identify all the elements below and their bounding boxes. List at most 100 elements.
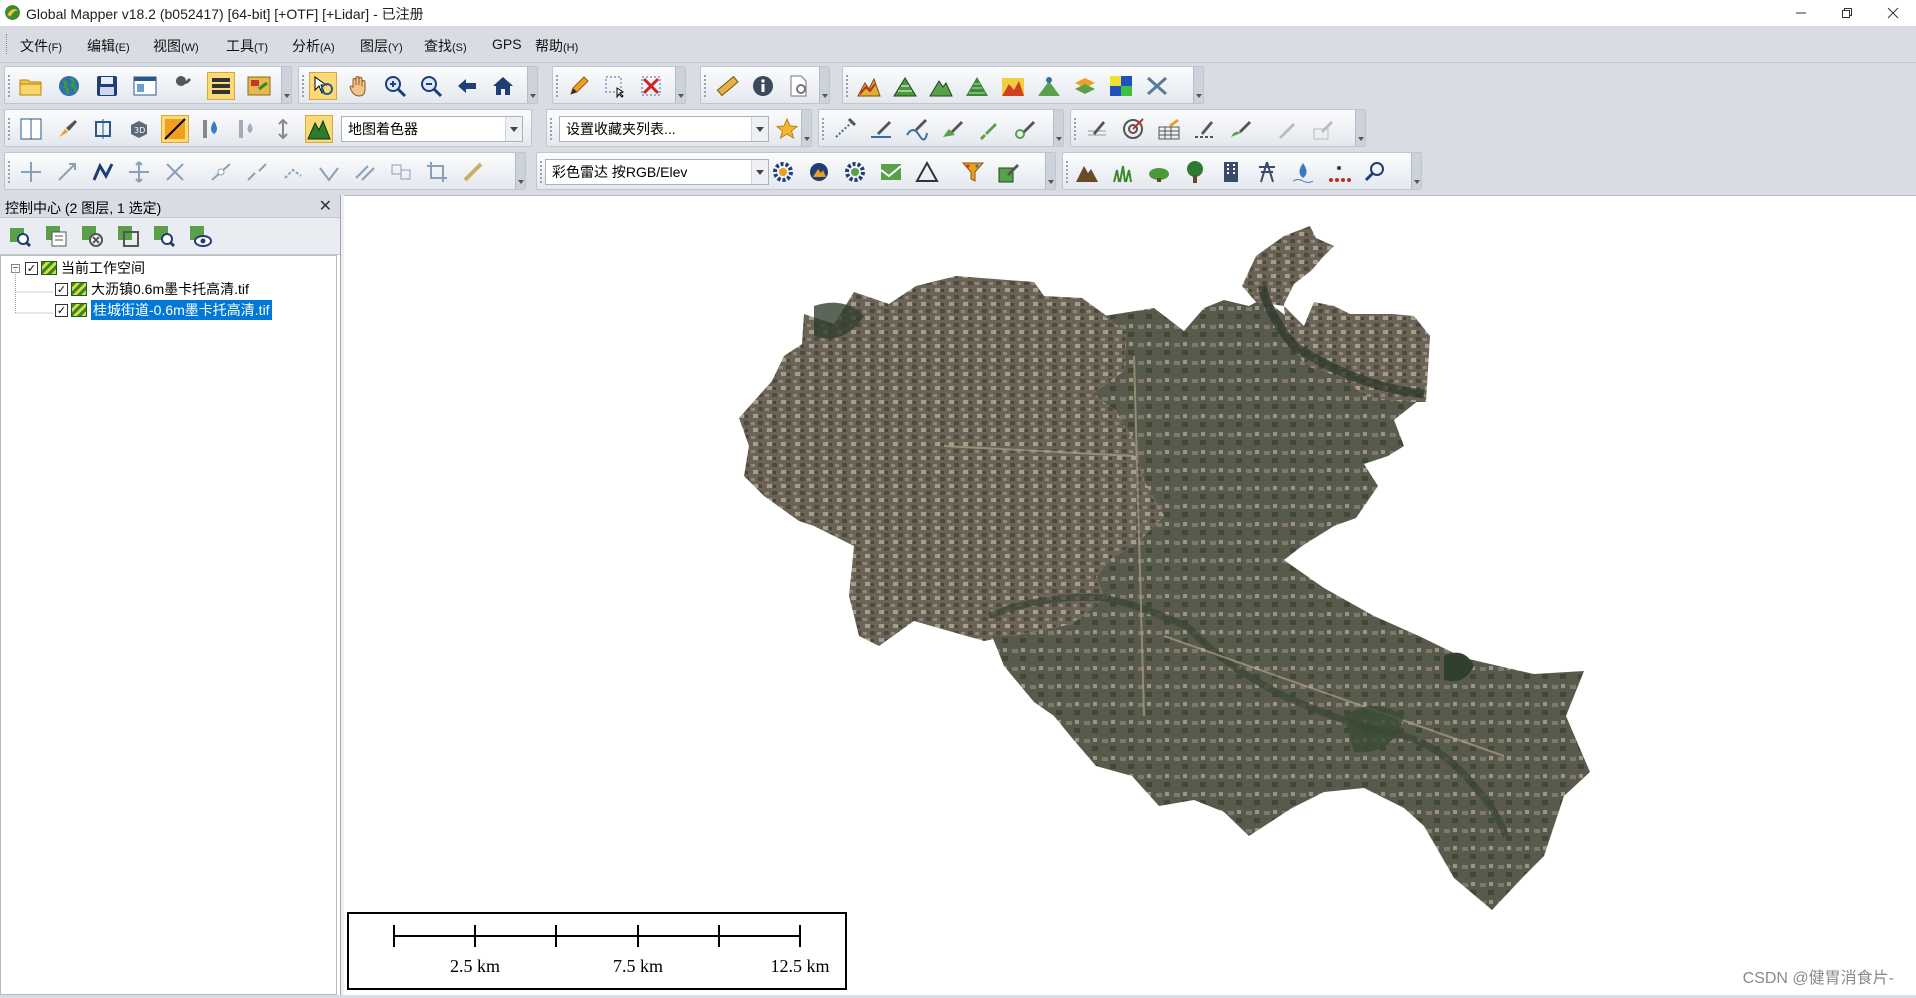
circle-pen-button[interactable] [1011, 115, 1039, 143]
lidar-points-button[interactable] [877, 158, 905, 186]
feature-info-button[interactable] [749, 72, 777, 100]
frame-button[interactable] [89, 115, 117, 143]
lidar-filter-button[interactable] [841, 158, 869, 186]
water-class-button[interactable] [1289, 158, 1317, 186]
move-vertex-button[interactable] [17, 158, 45, 186]
zoom-tool-button[interactable] [309, 72, 337, 100]
toolbar-file-options[interactable] [281, 67, 291, 103]
configure-button[interactable] [131, 72, 159, 100]
map-view[interactable]: 2.5 km 7.5 km 12.5 km CSDN @健胃消食片- [344, 195, 1916, 996]
target-button[interactable] [1119, 115, 1147, 143]
menu-edit[interactable]: 编辑(E) [87, 36, 130, 56]
delete-feature-button[interactable] [637, 72, 665, 100]
path-profile-button[interactable] [785, 72, 813, 100]
shader-toggle-button[interactable] [161, 115, 189, 143]
lidar-edit-button[interactable] [995, 158, 1023, 186]
layer-item-selected[interactable]: ✓ 桂城街道-0.6m墨卡托高清.tif [55, 300, 272, 320]
layer-properties-button[interactable] [42, 222, 70, 250]
shader-select[interactable]: 地图着色器 [341, 116, 523, 142]
curve-line-button[interactable] [903, 115, 931, 143]
ground-class-button[interactable] [1073, 158, 1101, 186]
parallel-button[interactable] [351, 158, 379, 186]
menu-tools[interactable]: 工具(T) [226, 36, 268, 56]
menu-view[interactable]: 视图(W) [153, 36, 199, 56]
control-center-button[interactable] [207, 72, 235, 100]
water-level-button[interactable] [197, 115, 225, 143]
green-brush-button[interactable] [1227, 115, 1255, 143]
layer-item[interactable]: ✓ 大沥镇0.6m墨卡托高清.tif [55, 279, 249, 299]
contour-button[interactable] [891, 72, 919, 100]
digitizer-button[interactable] [565, 72, 593, 100]
buffer-button[interactable] [387, 158, 415, 186]
zoom-out-button[interactable] [417, 72, 445, 100]
reshape-button[interactable] [89, 158, 117, 186]
med-veg-button[interactable] [1145, 158, 1173, 186]
grid-pen-button[interactable] [1155, 115, 1183, 143]
close-button[interactable] [1870, 0, 1916, 26]
lidar-color-select[interactable]: 彩色雷达 按RGB/Elev [545, 159, 769, 185]
watershed-button[interactable] [927, 72, 955, 100]
toolbar-analysis-options[interactable] [1193, 67, 1203, 103]
create-line-button[interactable] [831, 115, 859, 143]
menu-gps[interactable]: GPS [492, 36, 522, 52]
split-view-button[interactable] [17, 115, 45, 143]
disabled-pen-button[interactable] [1273, 115, 1301, 143]
area-edit-button[interactable] [939, 115, 967, 143]
menu-search[interactable]: 查找(S) [424, 36, 467, 56]
toolbar-navigation-options[interactable] [527, 67, 537, 103]
rotate-button[interactable] [53, 158, 81, 186]
hill-shading-button[interactable] [305, 115, 333, 143]
lidar-settings-button[interactable] [769, 158, 797, 186]
save-button[interactable] [93, 72, 121, 100]
edit-line-button[interactable] [867, 115, 895, 143]
move-layer-button[interactable] [114, 222, 142, 250]
cut-fill-button[interactable] [999, 72, 1027, 100]
disabled-edit-button[interactable] [1309, 115, 1337, 143]
menu-layer[interactable]: 图层(Y) [360, 36, 403, 56]
split-line-button[interactable] [243, 158, 271, 186]
disable-tool-button[interactable] [1143, 72, 1171, 100]
volume-button[interactable] [1035, 72, 1063, 100]
scale-feature-button[interactable] [161, 158, 189, 186]
show-hide-layer-button[interactable] [186, 222, 214, 250]
globe-button[interactable] [55, 72, 83, 100]
select-area-button[interactable] [601, 72, 629, 100]
connect-button[interactable] [279, 158, 307, 186]
layer-checkbox[interactable]: ✓ [55, 303, 68, 317]
add-vertex-button[interactable] [207, 158, 235, 186]
minimize-button[interactable] [1778, 0, 1824, 26]
search-layer-button[interactable] [150, 222, 178, 250]
combine-terrain-button[interactable] [1071, 72, 1099, 100]
3d-view-button[interactable]: 3D [125, 115, 153, 143]
gps-track-button[interactable] [1083, 115, 1111, 143]
power-line-button[interactable] [1253, 158, 1281, 186]
panel-close-button[interactable]: ✕ [319, 196, 332, 216]
lidar-query-button[interactable] [1361, 158, 1389, 186]
zoom-to-layer-button[interactable] [6, 222, 34, 250]
overview-map-button[interactable] [245, 72, 273, 100]
open-folder-button[interactable] [17, 72, 45, 100]
toolbar-digitizer-options[interactable] [675, 67, 685, 103]
favorites-select[interactable]: 设置收藏夹列表... [559, 116, 769, 142]
toolbar-measure-options[interactable] [819, 67, 829, 103]
low-veg-button[interactable] [1109, 158, 1137, 186]
green-pen-button[interactable] [975, 115, 1003, 143]
measure-button[interactable] [713, 72, 741, 100]
zoom-in-button[interactable] [381, 72, 409, 100]
raster-calculator-button[interactable] [1107, 72, 1135, 100]
terrain-analysis-button[interactable] [855, 72, 883, 100]
toolbar-lidar-classify-options[interactable] [1411, 153, 1421, 189]
toolbar-lidar-options[interactable] [1045, 153, 1055, 189]
menu-help[interactable]: 帮助(H) [535, 36, 578, 56]
measure-line-button[interactable] [459, 158, 487, 186]
view-shed-button[interactable] [963, 72, 991, 100]
water-level-down-button[interactable] [233, 115, 261, 143]
vertex-pen-button[interactable] [1191, 115, 1219, 143]
noise-class-button[interactable] [1325, 158, 1353, 186]
move-feature-button[interactable] [125, 158, 153, 186]
restore-button[interactable] [1824, 0, 1870, 26]
triangle-button[interactable] [913, 158, 941, 186]
lidar-funnel-button[interactable] [959, 158, 987, 186]
brush-button[interactable] [53, 115, 81, 143]
back-button[interactable] [453, 72, 481, 100]
